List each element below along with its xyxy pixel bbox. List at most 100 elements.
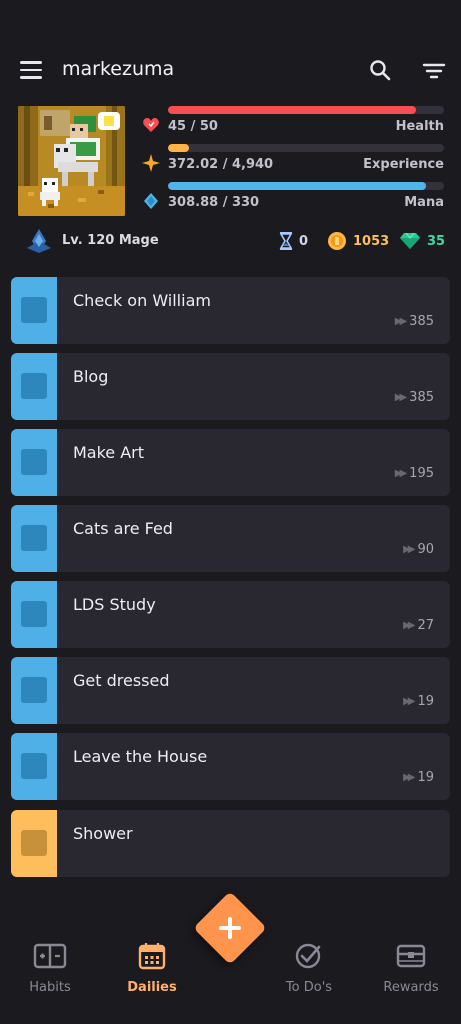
streak-count: 19 [417,694,434,709]
gold-currency[interactable]: 1053 [327,231,389,251]
nav-dailies-label: Dailies [127,980,177,995]
task-checkbox-strip[interactable] [11,429,57,496]
daily-task[interactable]: Blog ▶▶ 385 [11,353,450,420]
heart-icon [143,118,159,132]
task-checkbox[interactable] [21,753,47,779]
habits-icon [33,943,67,969]
streak-arrows-icon: ▶▶ [394,392,408,403]
pixel-avatar-image [18,106,125,216]
health-label: Health [395,119,444,134]
streak-arrows-icon: ▶▶ [403,696,416,707]
task-title: LDS Study [73,595,156,614]
checkmark-circle-icon [295,943,321,969]
task-checkbox[interactable] [21,525,47,551]
daily-task[interactable]: Check on William ▶▶ 385 [11,277,450,344]
task-checkbox-strip[interactable] [11,810,57,877]
mana-stat: 308.88 / 330 Mana [142,182,444,220]
hamburger-menu-icon[interactable] [20,61,42,79]
experience-bar [168,144,444,152]
gold-count: 1053 [353,233,390,249]
nav-rewards[interactable]: Rewards [361,942,461,995]
mana-drop-icon [144,193,158,209]
top-app-bar: markezuma [0,44,461,98]
experience-value: 372.02 / 4,940 [168,157,274,172]
gem-count: 35 [427,233,446,249]
streak-count: 385 [409,314,434,329]
mana-value: 308.88 / 330 [168,195,260,210]
health-bar [168,106,444,114]
gem-currency[interactable]: 35 [399,231,445,251]
streak-arrows-icon: ▶▶ [394,468,408,479]
health-stat: 45 / 50 Health [142,106,444,144]
streak-count: 19 [417,770,434,785]
nav-todos-label: To Do's [285,980,333,995]
task-checkbox[interactable] [21,601,47,627]
search-icon[interactable] [368,58,392,82]
task-checkbox-strip[interactable] [11,353,57,420]
nav-todos[interactable]: To Do's [259,942,359,995]
daily-task[interactable]: Make Art ▶▶ 195 [11,429,450,496]
task-checkbox[interactable] [21,373,47,399]
mana-label: Mana [404,195,444,210]
task-streak: ▶▶ 27 [403,618,434,633]
streak-count: 195 [409,466,434,481]
task-checkbox-strip[interactable] [11,657,57,724]
experience-stat: 372.02 / 4,940 Experience [142,144,444,182]
task-streak: ▶▶ 19 [403,694,434,709]
avatar[interactable] [18,106,125,216]
daily-task[interactable]: Get dressed ▶▶ 19 [11,657,450,724]
gold-coin-icon [328,232,346,250]
task-title: Cats are Fed [73,519,173,538]
nav-dailies[interactable]: Dailies [102,942,202,995]
task-checkbox[interactable] [21,449,47,475]
task-streak: ▶▶ 385 [395,314,434,329]
treasure-chest-icon [396,944,426,968]
hourglass-icon [279,232,293,250]
experience-label: Experience [363,157,444,172]
hourglass-count: 0 [299,233,309,249]
level-currency-row: Lv. 120 Mage 0 1053 35 [26,228,446,254]
streak-arrows-icon: ▶▶ [394,316,408,327]
task-checkbox[interactable] [21,830,47,856]
task-checkbox-strip[interactable] [11,733,57,800]
hourglass-currency[interactable]: 0 [279,231,308,251]
streak-count: 385 [409,390,434,405]
mana-bar-fill [168,182,427,190]
filter-icon[interactable] [422,59,446,83]
daily-task[interactable]: Cats are Fed ▶▶ 90 [11,505,450,572]
task-title: Check on William [73,291,211,310]
task-streak: ▶▶ 195 [395,466,434,481]
task-checkbox-strip[interactable] [11,277,57,344]
nav-habits[interactable]: Habits [0,942,100,995]
daily-task[interactable]: Leave the House ▶▶ 19 [11,733,450,800]
task-streak: ▶▶ 90 [403,542,434,557]
nav-rewards-label: Rewards [383,980,439,995]
task-title: Make Art [73,443,145,462]
username-title: markezuma [62,58,175,80]
daily-task[interactable]: LDS Study ▶▶ 27 [11,581,450,648]
task-checkbox-strip[interactable] [11,581,57,648]
mana-bar [168,182,444,190]
task-title: Shower [73,824,133,843]
calendar-icon [138,943,166,970]
nav-habits-label: Habits [29,980,71,995]
task-streak: ▶▶ 385 [395,390,434,405]
streak-count: 90 [417,542,434,557]
task-checkbox[interactable] [21,297,47,323]
star-icon [142,154,160,172]
health-bar-fill [168,106,417,114]
gem-icon [400,232,420,249]
mage-class-icon [27,229,51,253]
experience-bar-fill [168,144,189,152]
task-streak: ▶▶ 19 [403,770,434,785]
daily-task[interactable]: Shower [11,810,450,877]
task-checkbox-strip[interactable] [11,505,57,572]
task-checkbox[interactable] [21,677,47,703]
streak-count: 27 [417,618,434,633]
streak-arrows-icon: ▶▶ [403,772,416,783]
health-value: 45 / 50 [168,119,218,134]
streak-arrows-icon: ▶▶ [403,620,416,631]
task-title: Blog [73,367,109,386]
level-label: Lv. 120 Mage [62,233,159,248]
task-title: Leave the House [73,747,208,766]
